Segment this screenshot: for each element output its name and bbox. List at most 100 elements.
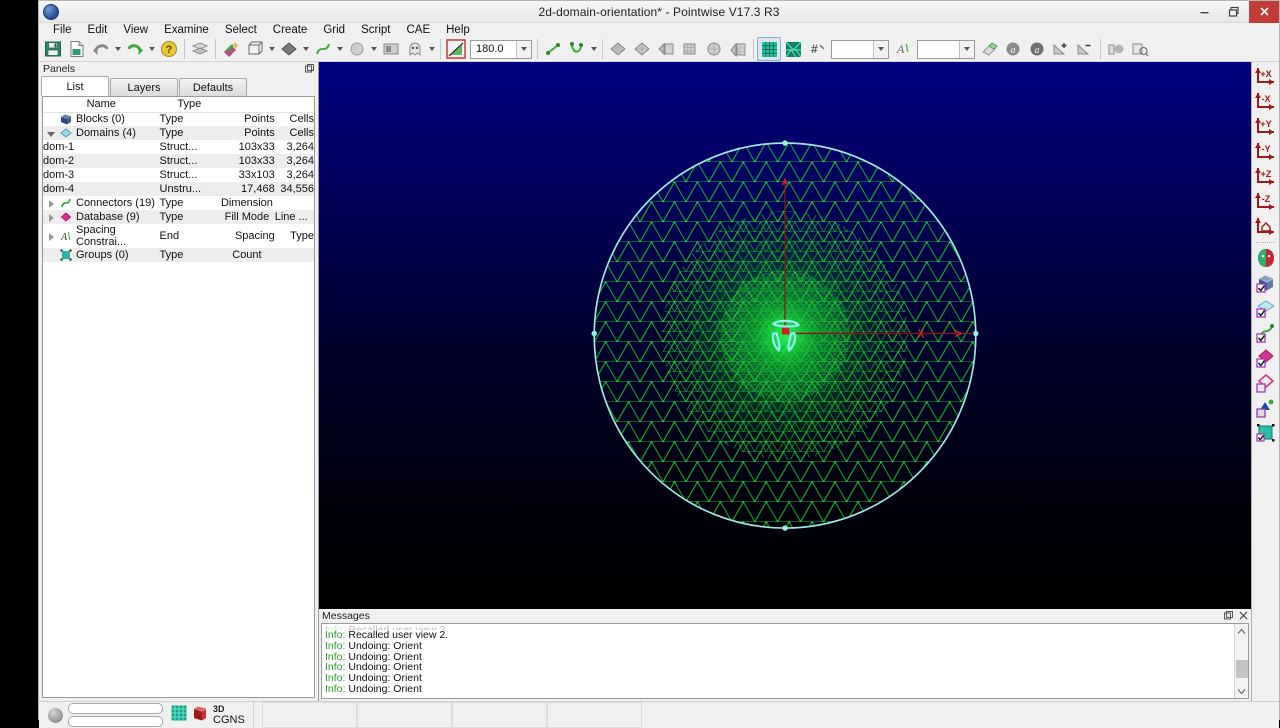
table-row[interactable]: A Spacing Constrai... End Spacing Type	[43, 224, 314, 248]
grid-render-icon[interactable]	[379, 37, 403, 61]
block-structured-icon[interactable]	[678, 37, 702, 61]
spacing-constraint-icon[interactable]: A	[891, 37, 915, 61]
expander[interactable]	[47, 232, 56, 241]
angle-tolerance-icon[interactable]	[444, 37, 468, 61]
table-row[interactable]: dom-3 Struct... 33x103 3,264	[43, 168, 314, 182]
show-database-icon[interactable]	[1254, 346, 1278, 370]
status-field-2[interactable]	[68, 716, 163, 728]
block-icon[interactable]	[192, 705, 208, 726]
chevron-up-icon[interactable]	[1235, 624, 1249, 638]
unstructured-grid-icon[interactable]	[781, 37, 805, 61]
menu-examine[interactable]: Examine	[156, 23, 217, 37]
show-blocks-icon[interactable]	[1254, 271, 1278, 295]
messages-body[interactable]: Info: Recalled user view 2. Info: Recall…	[321, 623, 1249, 700]
view-minus-x-button[interactable]: -X	[1254, 89, 1278, 113]
block-extrude-icon[interactable]	[702, 37, 726, 61]
dimension-input[interactable]	[831, 39, 889, 59]
menu-file[interactable]: File	[45, 23, 80, 37]
angle-tolerance-input[interactable]: 180.0	[470, 39, 532, 59]
extrude-icon[interactable]	[654, 37, 678, 61]
chevron-down-icon[interactable]	[873, 40, 888, 58]
expander[interactable]	[47, 129, 56, 138]
connector-create-caret[interactable]	[589, 37, 599, 61]
layers-icon[interactable]	[188, 37, 212, 61]
connector-dropdown-caret[interactable]	[335, 37, 345, 61]
tab-layers[interactable]: Layers	[110, 78, 178, 96]
status-field-1[interactable]	[68, 703, 163, 715]
eraser-icon[interactable]	[977, 37, 1001, 61]
curve-connector-icon[interactable]	[541, 37, 565, 61]
orient-reverse-icon[interactable]: a	[1025, 37, 1049, 61]
redo-icon[interactable]	[123, 37, 147, 61]
tab-list[interactable]: List	[41, 76, 109, 96]
view-plus-y-button[interactable]: +Y	[1254, 114, 1278, 138]
block-unstructured-icon[interactable]	[726, 37, 750, 61]
3d-viewport[interactable]	[319, 62, 1251, 610]
domain-solve-icon[interactable]	[630, 37, 654, 61]
scrollbar-track[interactable]	[1235, 638, 1249, 684]
view-minus-y-button[interactable]: -Y	[1254, 139, 1278, 163]
menu-edit[interactable]: Edit	[80, 23, 116, 37]
undock-icon[interactable]	[1224, 610, 1233, 622]
undo-icon[interactable]	[89, 37, 113, 61]
block-wireframe-icon[interactable]	[243, 37, 267, 61]
table-row[interactable]: Database (9) Type Fill Mode Line ...	[43, 210, 314, 224]
menu-script[interactable]: Script	[353, 23, 398, 37]
render-mode-icon[interactable]	[1254, 246, 1278, 270]
undock-icon[interactable]	[305, 63, 314, 75]
close-icon[interactable]	[1239, 611, 1248, 622]
connector-icon[interactable]	[311, 37, 335, 61]
menu-help[interactable]: Help	[438, 23, 478, 37]
chevron-down-icon[interactable]	[516, 40, 531, 58]
expander[interactable]	[47, 199, 56, 208]
expander[interactable]	[47, 213, 56, 222]
menu-cae[interactable]: CAE	[398, 23, 438, 37]
solver-attributes-icon[interactable]	[345, 37, 369, 61]
table-row[interactable]: dom-4 Unstru... 17,468 34,556	[43, 182, 314, 196]
chevron-down-icon[interactable]	[1235, 684, 1249, 698]
view-minus-z-button[interactable]: -Z	[1254, 189, 1278, 213]
menu-select[interactable]: Select	[217, 23, 265, 37]
table-row[interactable]: Domains (4) Type Points Cells	[43, 126, 314, 140]
measure-icon[interactable]	[1104, 37, 1128, 61]
solver-dropdown-caret[interactable]	[369, 37, 379, 61]
show-database-shaded-icon[interactable]	[1254, 371, 1278, 395]
entity-tree[interactable]: Name Type Blocks (0) Type Points Cells D…	[42, 96, 315, 699]
menu-create[interactable]: Create	[265, 23, 316, 37]
table-row[interactable]: Connectors (19) Type Dimension	[43, 196, 314, 210]
domain-create-icon[interactable]	[606, 37, 630, 61]
view-plus-x-button[interactable]: +X	[1254, 64, 1278, 88]
paint-display-icon[interactable]	[219, 37, 243, 61]
spacing-input[interactable]	[917, 39, 975, 59]
block-dropdown-caret[interactable]	[267, 37, 277, 61]
show-connectors-icon[interactable]	[1254, 321, 1278, 345]
show-domains-icon[interactable]	[1254, 296, 1278, 320]
structured-grid-icon[interactable]	[757, 37, 781, 61]
undo-dropdown-caret[interactable]	[113, 37, 123, 61]
grid-icon[interactable]	[171, 704, 187, 726]
tab-defaults[interactable]: Defaults	[179, 78, 247, 96]
remove-node-icon[interactable]	[1073, 37, 1097, 61]
view-home-button[interactable]	[1254, 214, 1278, 238]
table-row[interactable]: Blocks (0) Type Points Cells	[43, 112, 314, 126]
chevron-down-icon[interactable]	[959, 40, 974, 58]
domain-dropdown-caret[interactable]	[301, 37, 311, 61]
help-icon[interactable]: ?	[157, 37, 181, 61]
redo-dropdown-caret[interactable]	[147, 37, 157, 61]
examine-icon[interactable]	[1128, 37, 1152, 61]
show-grid-icon[interactable]	[1254, 421, 1278, 445]
messages-scrollbar[interactable]	[1234, 624, 1249, 699]
dimension-icon[interactable]: #	[805, 37, 829, 61]
table-row[interactable]: dom-1 Struct... 103x33 3,264	[43, 140, 314, 154]
show-sources-icon[interactable]	[1254, 396, 1278, 420]
add-node-icon[interactable]	[1049, 37, 1073, 61]
scrollbar-thumb[interactable]	[1235, 660, 1248, 679]
view-plus-z-button[interactable]: +Z	[1254, 164, 1278, 188]
menu-grid[interactable]: Grid	[315, 23, 353, 37]
ghost-icon[interactable]	[403, 37, 427, 61]
menu-view[interactable]: View	[115, 23, 156, 37]
table-row[interactable]: dom-2 Struct... 103x33 3,264	[43, 154, 314, 168]
expander[interactable]	[47, 115, 56, 124]
orient-forward-icon[interactable]: a	[1001, 37, 1025, 61]
table-row[interactable]: Groups (0) Type Count	[43, 248, 314, 262]
